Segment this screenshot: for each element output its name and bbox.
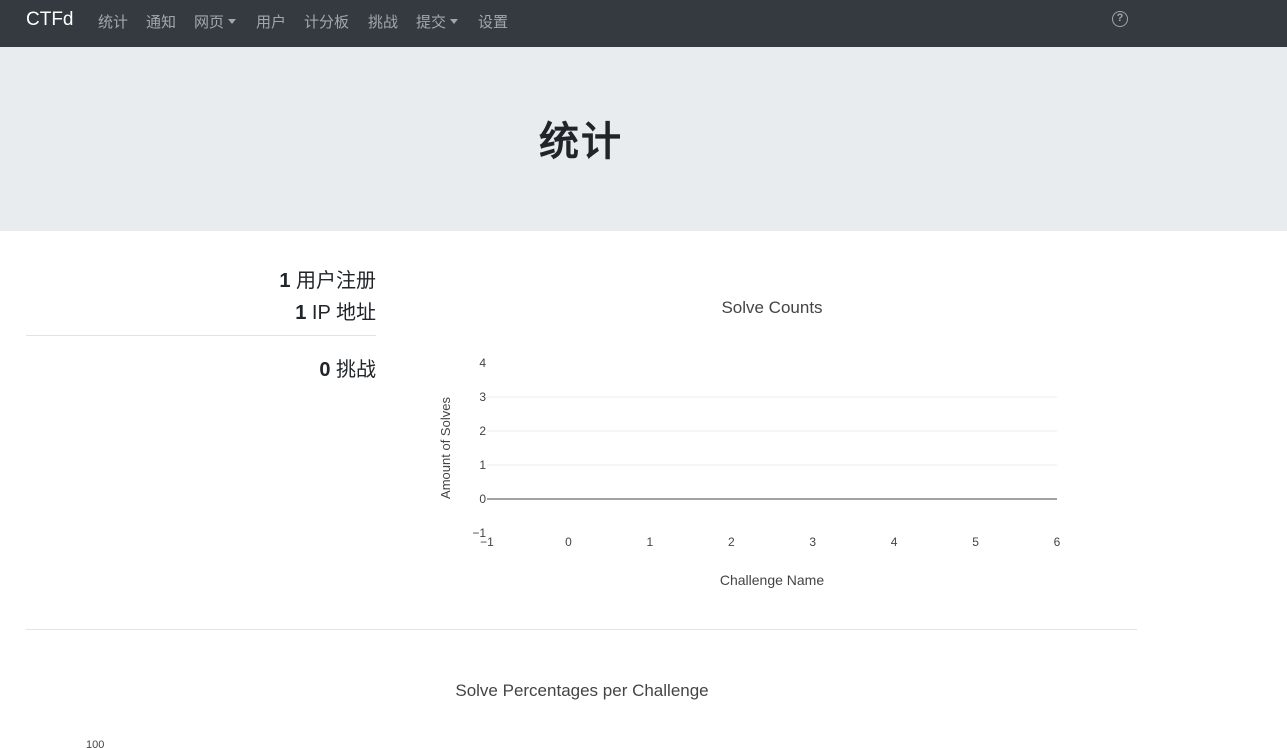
x-tick-label: −1 (480, 535, 494, 549)
nav-item-users[interactable]: 用户 (256, 11, 286, 32)
nav-item-scoreboard[interactable]: 计分板 (304, 11, 349, 32)
x-tick-label: 4 (891, 535, 898, 549)
navbar: CTFd 统计 通知 网页 用户 计分板 挑战 提交 设置 ? (0, 0, 1287, 47)
y-axis-label: Amount of Solves (438, 397, 453, 499)
nav-item-label: 网页 (194, 14, 225, 31)
users-count: 1 (279, 270, 291, 292)
x-tick-label: 3 (809, 535, 816, 549)
nav-item-challenges[interactable]: 挑战 (368, 11, 398, 32)
challenges-stat: 0 挑战 (319, 353, 376, 382)
solve-percentages-chart-title: Solve Percentages per Challenge (455, 681, 709, 700)
chevron-down-icon (450, 19, 459, 24)
y-tick-label: 4 (479, 356, 486, 370)
nav-item-label: 用户 (256, 14, 287, 31)
nav-item-label: 统计 (98, 14, 129, 31)
nav-item-label: 设置 (478, 14, 509, 31)
chevron-down-icon (228, 19, 237, 24)
y-tick-label: 1 (479, 458, 486, 472)
y-tick-label: 100 (86, 739, 105, 748)
ips-count: 1 (295, 302, 307, 324)
solve-counts-chart: Solve Counts Amount of Solves Challenge … (438, 298, 1061, 588)
nav-item-pages[interactable]: 网页 (194, 11, 237, 32)
page-title: 统计 (539, 120, 623, 164)
nav-item-statistics[interactable]: 统计 (98, 11, 128, 32)
nav-item-label: 提交 (416, 14, 447, 31)
nav-item-label: 计分板 (304, 14, 350, 31)
brand-link[interactable]: CTFd (26, 9, 74, 31)
nav-item-label: 通知 (146, 14, 177, 31)
x-tick-label: 2 (728, 535, 735, 549)
x-axis-label: Challenge Name (720, 572, 824, 588)
users-registered-stat: 1 用户注册 (279, 264, 376, 293)
chart-title: Solve Counts (721, 298, 822, 317)
x-tick-label: 1 (647, 535, 654, 549)
ip-addresses-stat: 1 IP 地址 (295, 296, 376, 325)
nav-item-submissions[interactable]: 提交 (416, 11, 459, 32)
x-tick-label: 5 (972, 535, 979, 549)
page-header: 统计 (0, 47, 1287, 231)
x-tick-label: 0 (565, 535, 572, 549)
divider (26, 335, 376, 336)
ips-label: IP 地址 (311, 302, 376, 324)
question-circle-icon[interactable]: ? (1112, 11, 1128, 27)
challenges-count: 0 (319, 359, 331, 381)
users-label: 用户注册 (296, 270, 376, 292)
nav-item-notifications[interactable]: 通知 (146, 11, 176, 32)
y-tick-label: 3 (479, 390, 486, 404)
challenges-label: 挑战 (336, 359, 376, 381)
divider (26, 629, 1137, 630)
nav-item-settings[interactable]: 设置 (478, 11, 508, 32)
y-tick-label: 0 (479, 492, 486, 506)
nav-item-label: 挑战 (368, 14, 399, 31)
x-tick-label: 6 (1054, 535, 1061, 549)
y-tick-label: 2 (479, 424, 486, 438)
